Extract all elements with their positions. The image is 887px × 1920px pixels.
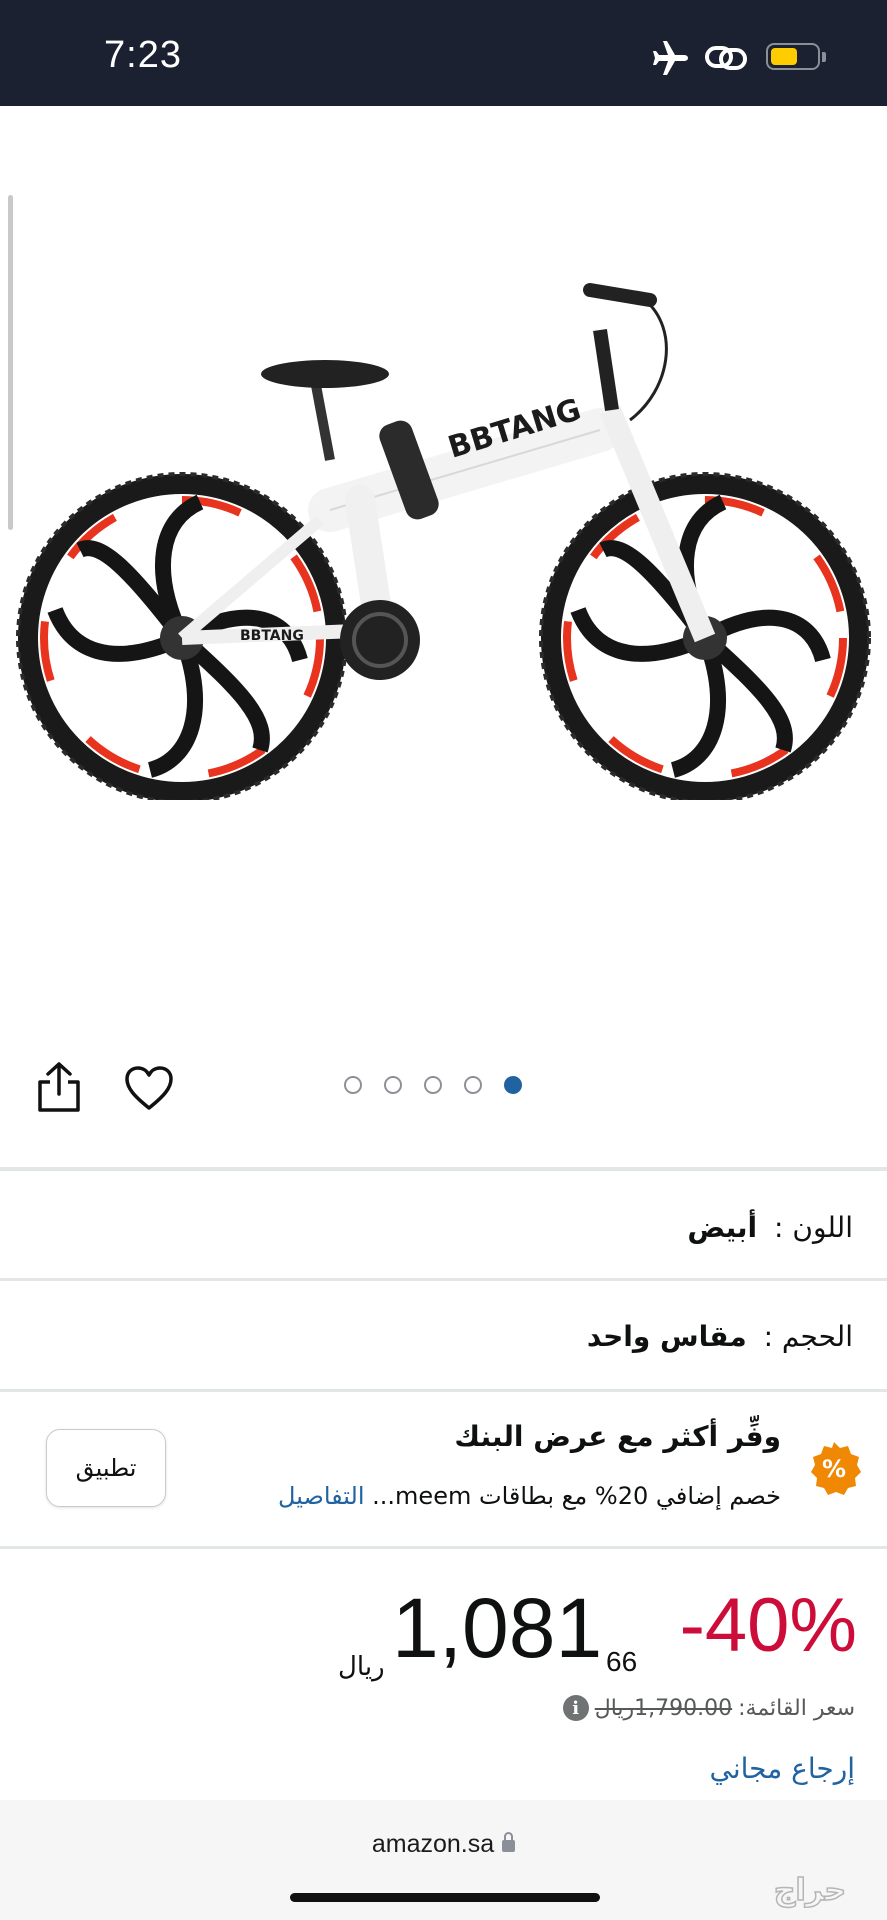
price-fraction: 66 bbox=[606, 1646, 638, 1677]
svg-text:%: % bbox=[822, 1455, 846, 1483]
list-price-value: 1,790.00ريال bbox=[594, 1695, 733, 1721]
carousel-dot[interactable] bbox=[344, 1076, 362, 1094]
svg-text:BBTANG: BBTANG bbox=[240, 628, 304, 644]
battery-level bbox=[771, 48, 797, 65]
bank-offer-description: خصم إضافي 20% مع بطاقات meem... التفاصيل bbox=[278, 1482, 781, 1510]
share-icon[interactable] bbox=[36, 1060, 82, 1114]
divider bbox=[0, 1546, 887, 1549]
list-price: سعر القائمة: 1,790.00ريال i bbox=[562, 1695, 855, 1721]
divider bbox=[0, 1278, 887, 1281]
link-icon bbox=[705, 46, 747, 70]
size-label: الحجم : bbox=[763, 1320, 853, 1353]
carousel-dot[interactable] bbox=[384, 1076, 402, 1094]
divider bbox=[0, 1389, 887, 1392]
home-indicator[interactable] bbox=[290, 1893, 600, 1902]
status-bar: 7:23 bbox=[0, 0, 887, 106]
carousel-dot-active[interactable] bbox=[504, 1076, 522, 1094]
svg-text:حراج: حراج bbox=[774, 1873, 846, 1908]
size-selector[interactable]: الحجم : مقاس واحد bbox=[587, 1320, 853, 1353]
haraj-watermark-logo: حراج bbox=[773, 1872, 847, 1909]
battery-nub bbox=[822, 52, 826, 62]
product-image[interactable]: BBTANG BBTANG bbox=[0, 270, 887, 800]
divider bbox=[0, 1167, 887, 1171]
price-currency: ريال bbox=[338, 1652, 385, 1682]
status-time: 7:23 bbox=[104, 34, 182, 76]
list-price-label: سعر القائمة: bbox=[738, 1695, 855, 1721]
url-text: amazon.sa bbox=[371, 1830, 495, 1858]
color-value: أبيض bbox=[687, 1211, 758, 1244]
price-whole: 1,081 bbox=[392, 1581, 603, 1675]
free-returns-link[interactable]: إرجاع مجاني bbox=[710, 1752, 855, 1785]
bank-offer-title: وفِّر أكثر مع عرض البنك bbox=[454, 1420, 781, 1453]
color-selector[interactable]: اللون : أبيض bbox=[687, 1211, 853, 1244]
bank-offer-text: خصم إضافي 20% مع بطاقات meem... bbox=[372, 1482, 781, 1510]
url-display[interactable]: amazon.sa bbox=[0, 1830, 887, 1859]
size-value: مقاس واحد bbox=[586, 1320, 747, 1353]
heart-icon[interactable] bbox=[124, 1066, 174, 1112]
carousel-dots[interactable] bbox=[344, 1076, 522, 1098]
airplane-icon bbox=[653, 41, 688, 75]
offer-details-link[interactable]: التفاصيل bbox=[278, 1482, 364, 1510]
carousel-dot[interactable] bbox=[424, 1076, 442, 1094]
discount-percentage: -40% bbox=[679, 1583, 857, 1668]
info-icon[interactable]: i bbox=[562, 1695, 589, 1721]
percent-badge-icon: % bbox=[811, 1442, 861, 1495]
color-label: اللون : bbox=[774, 1211, 853, 1244]
lock-icon bbox=[502, 1832, 516, 1852]
carousel-dot[interactable] bbox=[464, 1076, 482, 1094]
battery-icon bbox=[766, 43, 820, 70]
apply-offer-button[interactable]: تطبيق bbox=[46, 1429, 166, 1507]
